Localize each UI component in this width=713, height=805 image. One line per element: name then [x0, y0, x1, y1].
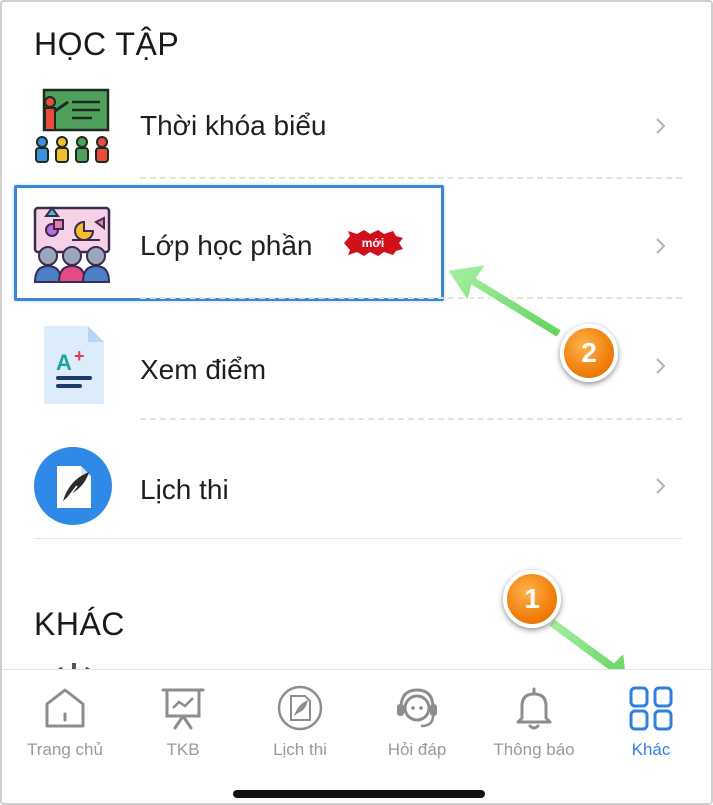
- home-icon: [45, 688, 85, 728]
- tab-label: Trang chủ: [27, 740, 103, 759]
- tab-label: TKB: [166, 740, 200, 759]
- bottom-tab-bar: Trang chủ TKB Lịch thi Hỏi đáp Thông báo…: [2, 669, 711, 803]
- tab-lich-thi[interactable]: Lịch thi: [241, 684, 359, 774]
- tab-khac[interactable]: Khác: [592, 684, 710, 774]
- tab-hoi-dap[interactable]: Hỏi đáp: [358, 684, 476, 774]
- arrow-to-lop-hoc-phan: [445, 262, 564, 340]
- home-indicator: [233, 790, 485, 798]
- tab-tkb[interactable]: TKB: [124, 684, 242, 774]
- tab-label: Hỏi đáp: [387, 740, 447, 759]
- chart-board-icon: [161, 688, 205, 730]
- tab-label: Khác: [631, 740, 671, 759]
- app-screen: HỌC TẬP Thời khóa biểu Lớp học phần mới …: [0, 0, 713, 805]
- tab-label: Lịch thi: [273, 740, 327, 759]
- bell-icon: [516, 687, 552, 730]
- grid-icon: [629, 686, 673, 731]
- headset-support-icon: [397, 688, 437, 728]
- exam-document-icon: [277, 685, 323, 731]
- tab-trang-chu[interactable]: Trang chủ: [6, 684, 124, 774]
- tab-label: Thông báo: [493, 740, 575, 759]
- step-badge-2: 2: [560, 324, 618, 382]
- tab-thong-bao[interactable]: Thông báo: [475, 684, 593, 774]
- step-badge-1: 1: [503, 570, 561, 628]
